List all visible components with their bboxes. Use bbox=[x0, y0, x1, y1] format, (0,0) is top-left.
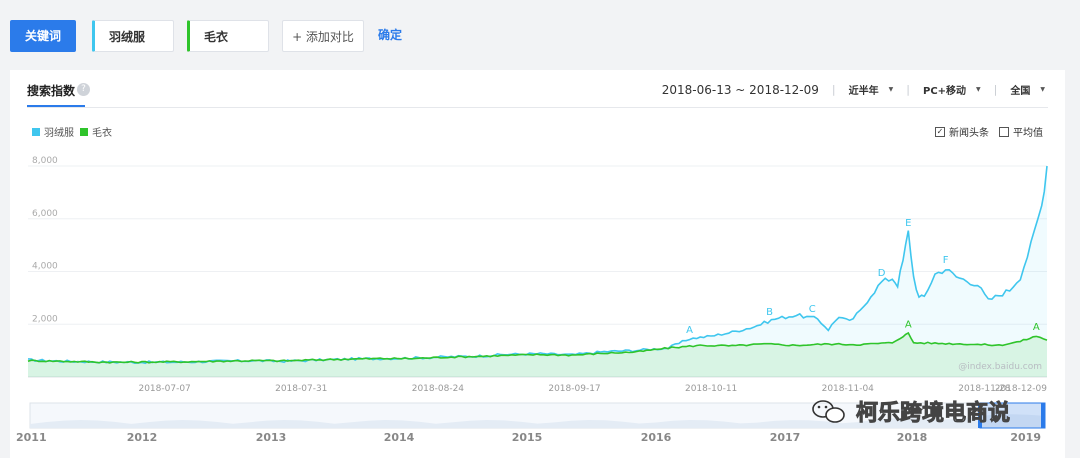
news-annotation-marker: C bbox=[809, 304, 816, 315]
watermark: @index.baidu.com bbox=[958, 362, 1042, 372]
navigator-year-label: 2017 bbox=[770, 431, 801, 444]
news-annotation-marker: D bbox=[878, 268, 886, 279]
y-axis: 2,000 4,000 6,000 8,000 bbox=[32, 156, 58, 324]
navigator-year-label: 2015 bbox=[512, 431, 543, 444]
navigator-year-label: 2018 bbox=[897, 431, 928, 444]
navigator-year-label: 2014 bbox=[384, 431, 415, 444]
news-annotation-marker: A bbox=[905, 319, 912, 330]
x-tick-label: 2018-09-17 bbox=[548, 384, 600, 394]
y-tick-label: 2,000 bbox=[32, 314, 58, 324]
news-annotation-marker: B bbox=[766, 307, 773, 318]
navigator-year-label: 2012 bbox=[127, 431, 158, 444]
navigator-year-label: 2016 bbox=[641, 431, 672, 444]
x-tick-label: 2018-07-07 bbox=[138, 384, 190, 394]
x-tick-label: 2018-08-24 bbox=[412, 384, 465, 394]
search-index-chart: 2,000 4,000 6,000 8,000 A B C D E F A A 2018-07-07… bbox=[16, 156, 1048, 444]
x-tick-label: 2018-12-09 bbox=[995, 384, 1048, 394]
navigator-year-label: 2019 bbox=[1010, 431, 1041, 444]
news-annotation-marker: A bbox=[686, 325, 693, 336]
news-annotation-marker: F bbox=[943, 255, 949, 266]
y-tick-label: 4,000 bbox=[32, 262, 58, 272]
x-tick-label: 2018-07-31 bbox=[275, 384, 327, 394]
news-annotation-marker: E bbox=[905, 218, 911, 229]
navigator-year-label: 2011 bbox=[16, 431, 47, 444]
overlay-text: 柯乐跨境电商说 bbox=[856, 400, 1010, 426]
x-tick-label: 2018-10-11 bbox=[685, 384, 737, 394]
navigator-year-label: 2013 bbox=[256, 431, 287, 444]
x-tick-label: 2018-11-04 bbox=[822, 384, 875, 394]
x-axis: 2018-07-07 2018-07-31 2018-08-24 2018-09-17… bbox=[138, 384, 1047, 394]
y-tick-label: 6,000 bbox=[32, 209, 58, 219]
y-tick-label: 8,000 bbox=[32, 156, 58, 166]
news-annotation-marker: A bbox=[1033, 322, 1040, 333]
navigator-handle-right bbox=[1041, 403, 1045, 428]
